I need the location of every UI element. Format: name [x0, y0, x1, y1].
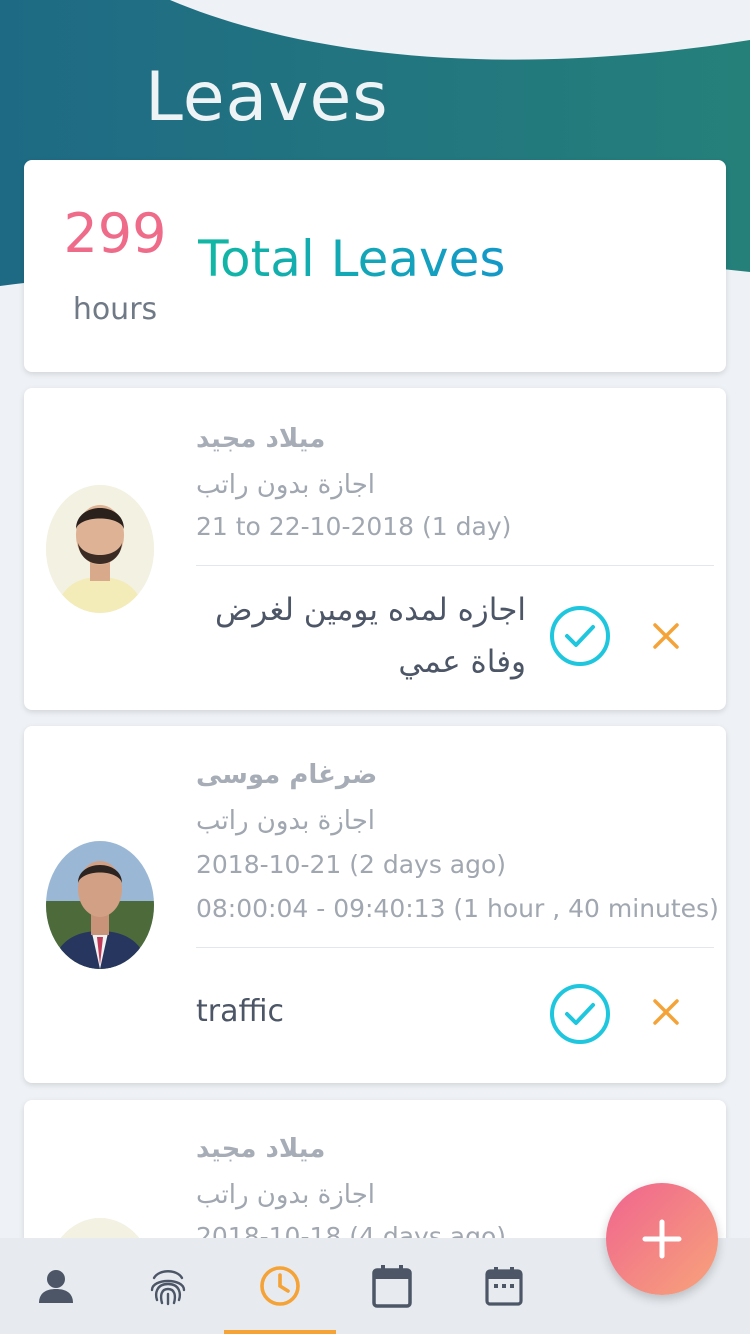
tab-attendance[interactable] [112, 1238, 224, 1334]
reject-button[interactable] [646, 616, 686, 656]
tab-profile[interactable] [0, 1238, 112, 1334]
calendar-grid-icon [485, 1267, 523, 1306]
page-title: Leaves [145, 58, 389, 137]
fingerprint-icon [150, 1270, 186, 1306]
employee-name: ميلاد مجيد [196, 424, 326, 454]
approve-button[interactable] [550, 984, 610, 1044]
employee-name: ميلاد مجيد [196, 1134, 326, 1164]
leave-reason-line: وفاة عمي [398, 644, 526, 680]
leave-time-range: 08:00:04 - 09:40:13 (1 hour , 40 minutes… [196, 894, 719, 923]
reject-button[interactable] [646, 992, 686, 1032]
close-icon [653, 623, 679, 649]
leave-request-card[interactable]: ميلاد مجيد اجازة بدون راتب 21 to 22-10-2… [24, 388, 726, 710]
divider [196, 565, 714, 566]
leave-date: 21 to 22-10-2018 (1 day) [196, 512, 512, 541]
leave-reason: traffic [196, 994, 284, 1029]
avatar [46, 841, 154, 969]
person-icon [39, 1270, 73, 1303]
close-icon [653, 999, 679, 1025]
tab-leaves[interactable] [224, 1238, 336, 1334]
calendar-icon [372, 1265, 412, 1308]
leave-reason-line: اجازه لمده يومين لغرض [214, 592, 526, 628]
add-leave-button[interactable] [606, 1183, 718, 1295]
leave-request-card[interactable]: ضرغام موسى اجازة بدون راتب 2018-10-21 (2… [24, 726, 726, 1083]
leave-reason: اجازه لمده يومين لغرض وفاة عمي [196, 584, 526, 688]
total-hours-value: 299 [63, 202, 167, 265]
active-tab-indicator [224, 1330, 336, 1334]
employee-name: ضرغام موسى [196, 760, 378, 790]
check-icon [565, 625, 595, 647]
total-leaves-card: 299 hours Total Leaves [24, 160, 726, 372]
total-leaves-label: Total Leaves [198, 230, 506, 288]
plus-icon [642, 1219, 682, 1259]
check-icon [565, 1003, 595, 1025]
leave-date: 2018-10-21 (2 days ago) [196, 850, 507, 879]
leave-type: اجازة بدون راتب [196, 470, 376, 500]
approve-button[interactable] [550, 606, 610, 666]
tab-schedule[interactable] [448, 1238, 560, 1334]
avatar [46, 485, 154, 613]
total-hours-unit: hours [72, 292, 158, 327]
leave-type: اجازة بدون راتب [196, 806, 376, 836]
divider [196, 947, 714, 948]
clock-icon [260, 1266, 300, 1306]
tab-calendar[interactable] [336, 1238, 448, 1334]
